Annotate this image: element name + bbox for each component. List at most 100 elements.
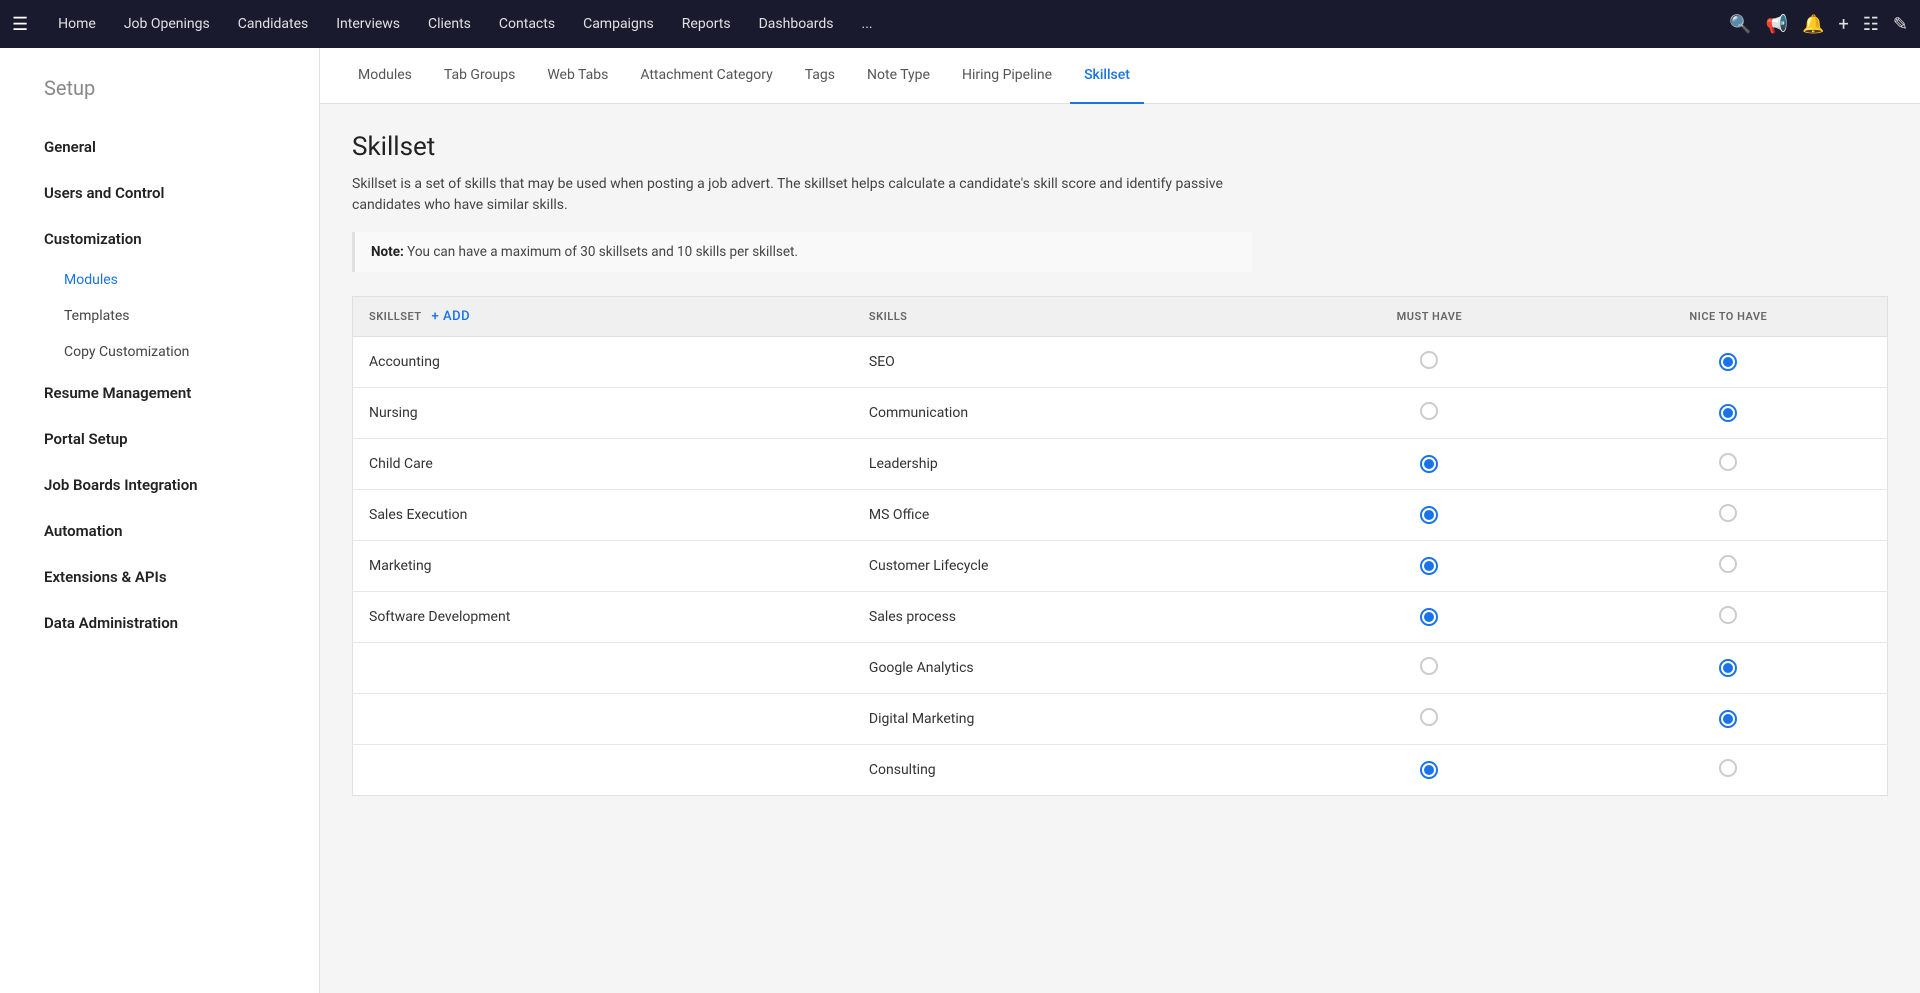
- nice-to-have-cell[interactable]: [1570, 643, 1888, 694]
- table-row: Software DevelopmentSales process: [353, 592, 1888, 643]
- sidebar-item-automation[interactable]: Automation: [0, 508, 319, 554]
- nice-to-have-radio[interactable]: [1719, 504, 1737, 522]
- nice-to-have-radio[interactable]: [1719, 555, 1737, 573]
- must-have-cell[interactable]: [1289, 490, 1570, 541]
- add-skillset-button[interactable]: + Add: [432, 309, 471, 324]
- nice-to-have-cell[interactable]: [1570, 490, 1888, 541]
- skillset-cell: Marketing: [353, 541, 853, 592]
- must-have-radio[interactable]: [1420, 761, 1438, 779]
- must-have-cell[interactable]: [1289, 337, 1570, 388]
- nav-job-openings[interactable]: Job Openings: [110, 0, 224, 48]
- must-have-cell[interactable]: [1289, 541, 1570, 592]
- nice-to-have-radio[interactable]: [1719, 659, 1737, 677]
- tab-tab-groups[interactable]: Tab Groups: [430, 48, 529, 104]
- tab-attachment-category[interactable]: Attachment Category: [626, 48, 786, 104]
- tabs-bar: Modules Tab Groups Web Tabs Attachment C…: [320, 48, 1920, 104]
- nice-to-have-cell[interactable]: [1570, 541, 1888, 592]
- tab-modules[interactable]: Modules: [344, 48, 426, 104]
- add-icon[interactable]: +: [1839, 14, 1849, 35]
- sidebar-item-copy-customization[interactable]: Copy Customization: [0, 334, 319, 370]
- nav-campaigns[interactable]: Campaigns: [569, 0, 668, 48]
- skill-cell: MS Office: [853, 490, 1289, 541]
- nice-to-have-radio[interactable]: [1719, 606, 1737, 624]
- table-row: Sales ExecutionMS Office: [353, 490, 1888, 541]
- nice-to-have-radio[interactable]: [1719, 404, 1737, 422]
- nice-to-have-cell[interactable]: [1570, 745, 1888, 796]
- must-have-radio[interactable]: [1420, 506, 1438, 524]
- table-row: Digital Marketing: [353, 694, 1888, 745]
- must-have-radio[interactable]: [1420, 657, 1438, 675]
- skillset-cell: Software Development: [353, 592, 853, 643]
- nav-dashboards[interactable]: Dashboards: [745, 0, 848, 48]
- nav-contacts[interactable]: Contacts: [485, 0, 569, 48]
- nav-reports[interactable]: Reports: [668, 0, 745, 48]
- content-area: Modules Tab Groups Web Tabs Attachment C…: [320, 48, 1920, 993]
- skillset-table: SKILLSET + Add SKILLS MUST HAVE NICE TO …: [352, 296, 1888, 796]
- sidebar-item-modules[interactable]: Modules: [0, 262, 319, 298]
- tab-tags[interactable]: Tags: [791, 48, 849, 104]
- nav-more[interactable]: ...: [848, 0, 887, 48]
- table-row: MarketingCustomer Lifecycle: [353, 541, 1888, 592]
- must-have-radio[interactable]: [1420, 708, 1438, 726]
- nice-to-have-cell[interactable]: [1570, 388, 1888, 439]
- sidebar-item-templates[interactable]: Templates: [0, 298, 319, 334]
- sidebar-item-job-boards-integration[interactable]: Job Boards Integration: [0, 462, 319, 508]
- must-have-cell[interactable]: [1289, 388, 1570, 439]
- nice-to-have-cell[interactable]: [1570, 439, 1888, 490]
- skill-cell: SEO: [853, 337, 1289, 388]
- skill-cell: Digital Marketing: [853, 694, 1289, 745]
- nice-to-have-radio[interactable]: [1719, 453, 1737, 471]
- nav-home[interactable]: Home: [44, 0, 110, 48]
- must-have-cell[interactable]: [1289, 643, 1570, 694]
- grid-icon[interactable]: ☷: [1863, 14, 1879, 35]
- skillset-cell[interactable]: Sales Execution: [353, 490, 853, 541]
- nice-to-have-cell[interactable]: [1570, 592, 1888, 643]
- skillset-cell: [353, 643, 853, 694]
- sidebar-item-extensions-apis[interactable]: Extensions & APIs: [0, 554, 319, 600]
- must-have-cell[interactable]: [1289, 694, 1570, 745]
- nav-interviews[interactable]: Interviews: [322, 0, 414, 48]
- nav-clients[interactable]: Clients: [414, 0, 485, 48]
- tab-hiring-pipeline[interactable]: Hiring Pipeline: [948, 48, 1066, 104]
- nice-to-have-cell[interactable]: [1570, 694, 1888, 745]
- skillset-cell: Child Care: [353, 439, 853, 490]
- must-have-radio[interactable]: [1420, 351, 1438, 369]
- settings-icon[interactable]: ✎: [1893, 14, 1908, 35]
- nice-to-have-radio[interactable]: [1719, 710, 1737, 728]
- nav-candidates[interactable]: Candidates: [224, 0, 323, 48]
- table-row: NursingCommunication: [353, 388, 1888, 439]
- table-row: Child CareLeadership: [353, 439, 1888, 490]
- sidebar-item-customization[interactable]: Customization: [0, 216, 319, 262]
- nav-action-icons: 🔍 📢 🔔 + ☷ ✎: [1729, 14, 1908, 35]
- must-have-radio[interactable]: [1420, 608, 1438, 626]
- sidebar-title: Setup: [0, 76, 319, 124]
- bell-icon[interactable]: 🔔: [1802, 14, 1824, 35]
- nice-to-have-radio[interactable]: [1719, 353, 1737, 371]
- sidebar: Setup General Users and Control Customiz…: [0, 48, 320, 993]
- skillset-cell: Accounting: [353, 337, 853, 388]
- sidebar-item-portal-setup[interactable]: Portal Setup: [0, 416, 319, 462]
- search-icon[interactable]: 🔍: [1729, 14, 1751, 35]
- table-row: Consulting: [353, 745, 1888, 796]
- tab-web-tabs[interactable]: Web Tabs: [533, 48, 622, 104]
- nice-to-have-radio[interactable]: [1719, 759, 1737, 777]
- sidebar-item-resume-management[interactable]: Resume Management: [0, 370, 319, 416]
- menu-icon[interactable]: ☰: [12, 14, 28, 35]
- must-have-radio[interactable]: [1420, 455, 1438, 473]
- must-have-cell[interactable]: [1289, 745, 1570, 796]
- skill-cell: Communication: [853, 388, 1289, 439]
- must-have-cell[interactable]: [1289, 592, 1570, 643]
- tab-skillset[interactable]: Skillset: [1070, 48, 1144, 104]
- must-have-radio[interactable]: [1420, 557, 1438, 575]
- table-row: AccountingSEO: [353, 337, 1888, 388]
- tab-note-type[interactable]: Note Type: [853, 48, 944, 104]
- top-navigation: ☰ Home Job Openings Candidates Interview…: [0, 0, 1920, 48]
- sidebar-item-users-and-control[interactable]: Users and Control: [0, 170, 319, 216]
- must-have-radio[interactable]: [1420, 402, 1438, 420]
- must-have-cell[interactable]: [1289, 439, 1570, 490]
- nice-to-have-cell[interactable]: [1570, 337, 1888, 388]
- th-skills: SKILLS: [853, 297, 1289, 337]
- sidebar-item-general[interactable]: General: [0, 124, 319, 170]
- sidebar-item-data-administration[interactable]: Data Administration: [0, 600, 319, 646]
- megaphone-icon[interactable]: 📢: [1766, 14, 1788, 35]
